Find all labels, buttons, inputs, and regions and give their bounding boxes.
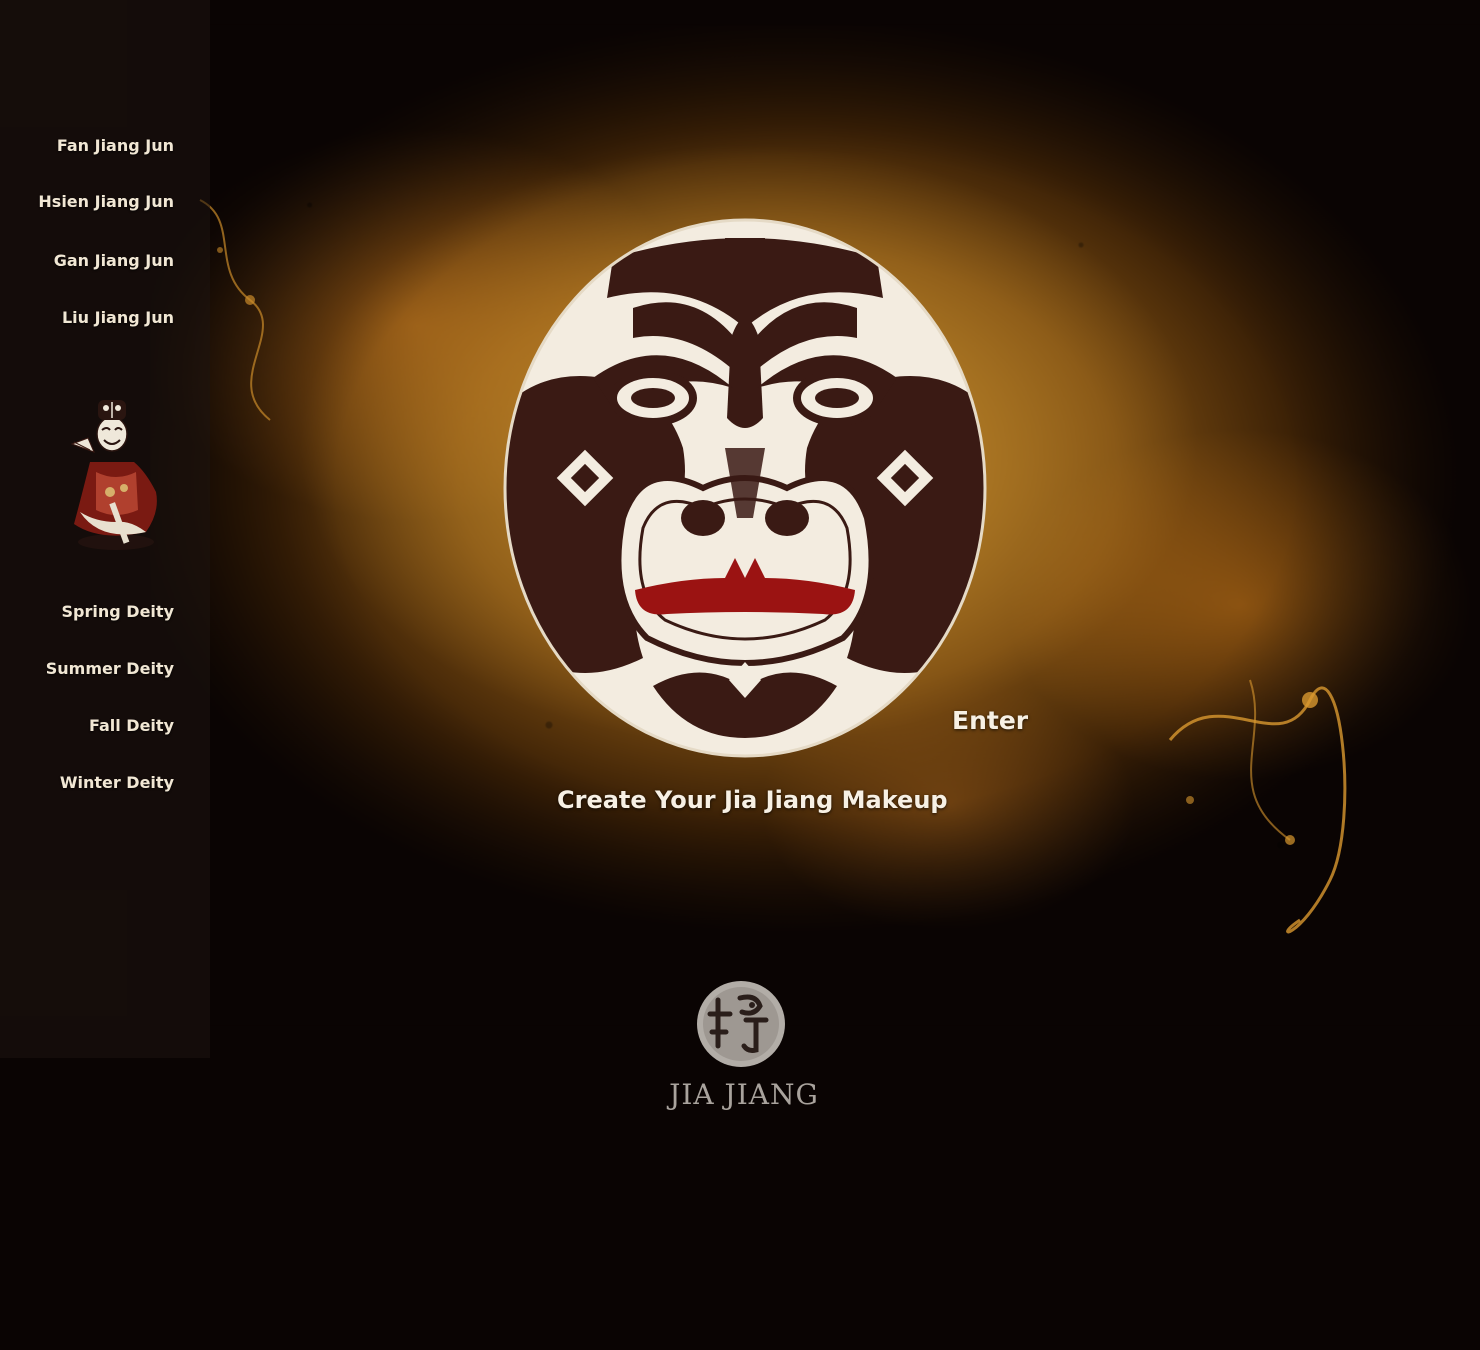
nav-item-summer-deity[interactable]: Summer Deity — [46, 659, 174, 678]
nav-item-spring-deity[interactable]: Spring Deity — [62, 602, 174, 621]
nav-item-hsien-jiang-jun[interactable]: Hsien Jiang Jun — [38, 192, 174, 211]
nav-item-gan-jiang-jun[interactable]: Gan Jiang Jun — [54, 251, 174, 270]
jia-jiang-wordmark: JIA JIANG — [669, 1078, 819, 1111]
sidebar: Fan Jiang Jun Hsien Jiang Jun Gan Jiang … — [0, 0, 210, 1058]
nav-item-winter-deity[interactable]: Winter Deity — [60, 773, 174, 792]
create-makeup-link[interactable]: Create Your Jia Jiang Makeup — [557, 786, 948, 814]
nav-item-fall-deity[interactable]: Fall Deity — [89, 716, 174, 735]
nav-item-fan-jiang-jun[interactable]: Fan Jiang Jun — [57, 136, 174, 155]
deity-figure-image — [70, 400, 157, 550]
enter-link[interactable]: Enter — [952, 706, 1028, 735]
nav-item-liu-jiang-jun[interactable]: Liu Jiang Jun — [62, 308, 174, 327]
jia-jiang-seal-logo — [697, 981, 785, 1067]
opera-mask-image[interactable] — [503, 218, 987, 758]
